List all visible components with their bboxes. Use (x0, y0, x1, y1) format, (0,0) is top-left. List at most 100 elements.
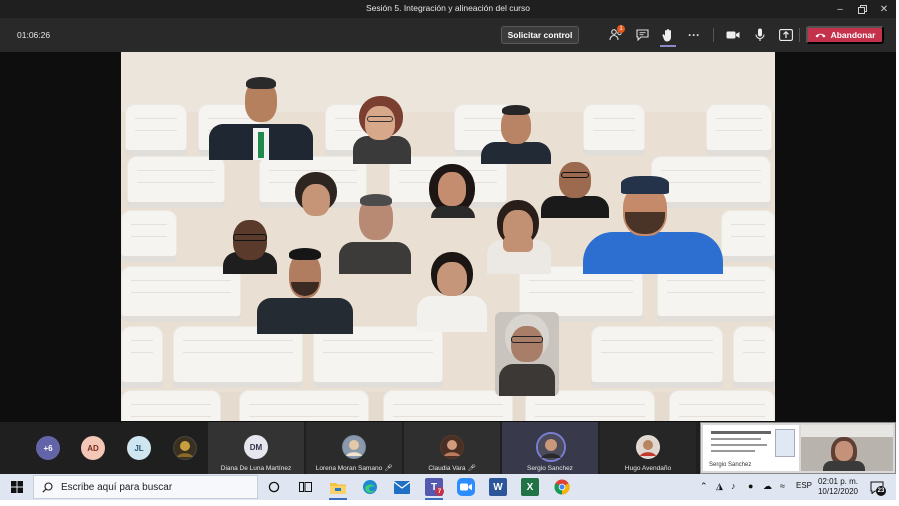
auditorium-seat (239, 390, 369, 421)
show-hidden-icons-icon[interactable]: ⌃ (700, 481, 708, 492)
share-screen-icon[interactable] (777, 26, 795, 44)
participant-name: Lorena Moran Samano 🎤︎ (315, 465, 393, 472)
running-indicator (329, 498, 347, 500)
camera-icon[interactable] (724, 26, 742, 44)
participant-tile[interactable]: Hugo Avendaño (600, 422, 696, 474)
auditorium-seat (657, 266, 775, 322)
participant-video (481, 200, 557, 274)
taskbar-search-box[interactable]: Escribe aquí para buscar (33, 475, 258, 499)
chrome-icon[interactable] (553, 478, 571, 496)
auditorium-seat (733, 326, 775, 388)
auditorium-seat (121, 326, 163, 388)
participant-avatar: DM (244, 435, 268, 459)
auditorium-seat (706, 104, 772, 156)
auditorium-seat (173, 326, 303, 388)
microphone-icon[interactable] (751, 26, 769, 44)
chat-icon[interactable] (633, 26, 651, 44)
participant-photo-avatar (636, 435, 660, 459)
close-icon[interactable]: ✕ (872, 0, 896, 18)
cortana-icon[interactable] (265, 478, 283, 496)
auditorium-seat (121, 266, 241, 322)
participant-name: Hugo Avendaño (624, 465, 672, 472)
self-video-preview (801, 425, 893, 471)
toolbar-divider (799, 28, 800, 42)
file-explorer-icon[interactable] (329, 478, 347, 496)
meet-now-icon[interactable]: ◮ (716, 481, 723, 492)
participant-video (481, 104, 551, 164)
shared-content-preview[interactable]: Sergio Sanchez (700, 422, 896, 474)
participant-video (257, 248, 353, 334)
teams-icon[interactable]: T 7 (425, 478, 444, 496)
participant-name: Sergio Sanchez (527, 465, 573, 472)
preview-caption: Sergio Sanchez (709, 462, 752, 468)
participant-tile[interactable]: Sergio Sanchez (502, 422, 598, 474)
participant-video (347, 96, 417, 164)
restore-icon[interactable] (850, 0, 874, 18)
more-participants-button[interactable]: +6 (36, 436, 60, 460)
meeting-timer: 01:06:26 (17, 30, 51, 40)
participant-tile[interactable]: Lorena Moran Samano 🎤︎ (306, 422, 402, 474)
teams-notification-badge: 7 (435, 487, 444, 496)
participants-icon[interactable]: 1 (607, 25, 625, 44)
auditorium-seat (383, 390, 513, 421)
participant-video (583, 176, 723, 274)
clock-time: 02:01 p. m. (817, 477, 859, 486)
participant-name: Diana De Luna Martínez (220, 465, 292, 472)
document-preview: Sergio Sanchez (703, 425, 799, 471)
participant-tile[interactable]: DM Diana De Luna Martínez (208, 422, 304, 474)
volume-icon[interactable]: ♪ (731, 481, 736, 491)
together-mode-video[interactable] (121, 52, 775, 421)
microphone-muted-icon: 🎤︎ (384, 465, 393, 472)
leave-button[interactable]: Abandonar (806, 26, 884, 44)
participant-video (417, 252, 487, 332)
participant-photo-avatar (440, 435, 464, 459)
auditorium-seat (583, 104, 645, 156)
windows-taskbar: Escribe aquí para buscar T 7 W X ⌃ ◮ ♪ ●… (0, 474, 896, 500)
participant-photo-avatar (342, 435, 366, 459)
phone-hangup-icon (815, 33, 826, 38)
notifications-icon[interactable]: 23 (868, 478, 886, 496)
auditorium-seat (121, 390, 221, 421)
running-indicator (425, 498, 443, 500)
task-view-icon[interactable] (296, 478, 314, 496)
participant-tile[interactable]: Claudia Vara 🎤︎ (404, 422, 500, 474)
more-options-icon[interactable]: ··· (685, 26, 703, 44)
meeting-stage (0, 52, 896, 422)
leave-label: Abandonar (830, 30, 876, 40)
title-bar: Sesión 5. Integración y alineación del c… (0, 0, 896, 18)
participant-video (209, 76, 313, 160)
excel-icon[interactable]: X (521, 478, 539, 496)
windows-start-icon[interactable] (8, 478, 26, 496)
minimize-icon[interactable]: – (828, 0, 852, 18)
zoom-icon[interactable] (457, 478, 475, 496)
clock-date: 10/12/2020 (817, 487, 859, 496)
participant-name: Claudia Vara 🎤︎ (428, 465, 476, 472)
participant-photo-avatar[interactable] (173, 436, 197, 460)
network-icon[interactable]: ≈ (780, 481, 785, 491)
onedrive-icon[interactable]: ☁ (763, 481, 772, 492)
auditorium-seat (721, 210, 775, 262)
notifications-count: 23 (876, 486, 886, 496)
auditorium-seat (591, 326, 723, 388)
mail-icon[interactable] (393, 478, 411, 496)
meeting-toolbar: 01:06:26 Solicitar control 1 ··· Abandon… (0, 18, 896, 52)
language-indicator[interactable]: ESP (796, 481, 812, 490)
request-control-button[interactable]: Solicitar control (501, 26, 579, 44)
auditorium-seat (669, 390, 775, 421)
raise-hand-icon[interactable] (659, 26, 677, 44)
word-icon[interactable]: W (489, 478, 507, 496)
auditorium-seat (313, 326, 443, 388)
auditorium-seat (127, 156, 225, 208)
taskbar-clock[interactable]: 02:01 p. m. 10/12/2020 (815, 477, 861, 497)
participant-avatar[interactable]: JL (127, 436, 151, 460)
search-icon (42, 481, 53, 493)
active-indicator (660, 45, 676, 47)
auditorium-seat (121, 210, 177, 262)
participant-video (291, 172, 341, 218)
active-speaker-avatar (536, 432, 566, 462)
participant-avatar[interactable]: AD (81, 436, 105, 460)
participant-strip: +6 AD JL DM Diana De Luna Martínez Loren… (0, 422, 896, 474)
participant-video (425, 164, 481, 218)
microphone-tray-icon[interactable]: ● (748, 481, 753, 491)
edge-icon[interactable] (361, 478, 379, 496)
